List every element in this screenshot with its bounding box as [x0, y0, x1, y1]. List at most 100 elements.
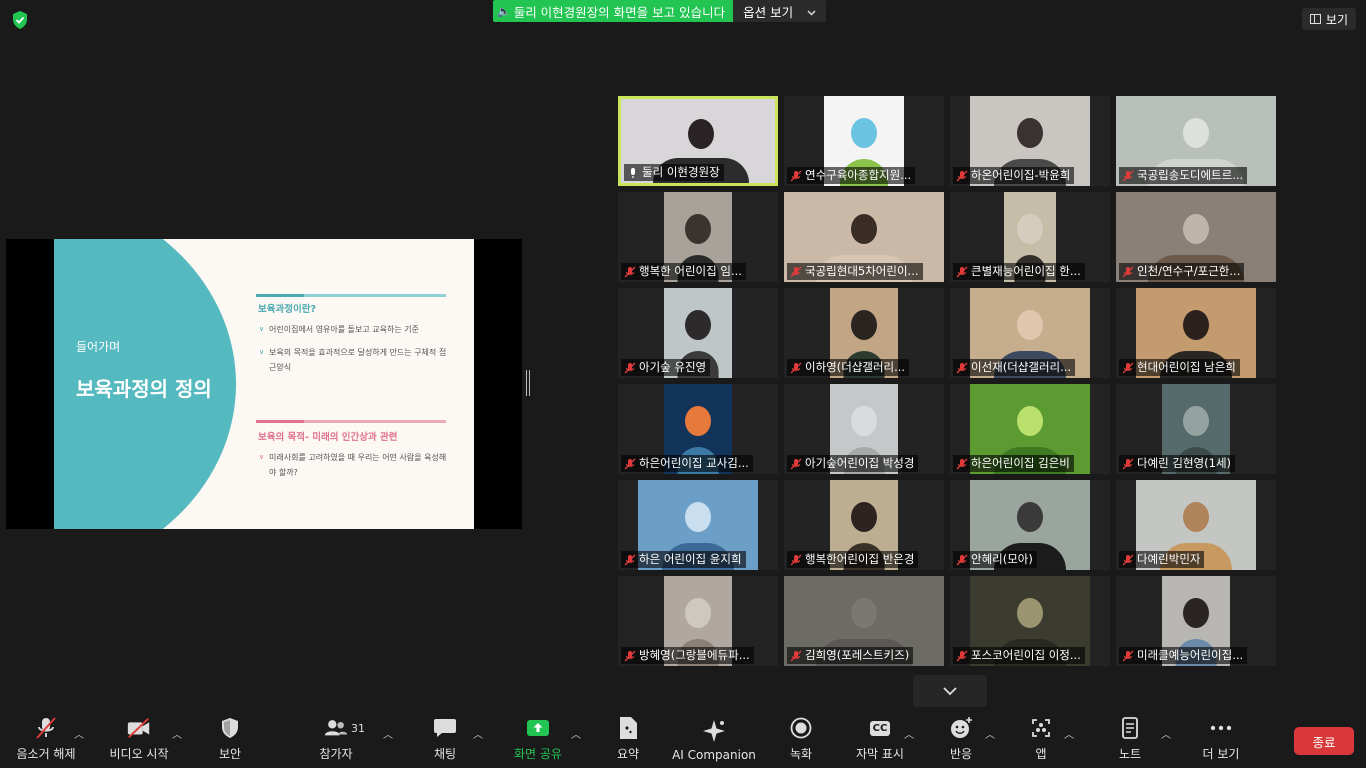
presentation-slide: 들어가며 보육과정의 정의 보육과정이란? ∨ 어린이집에서 영유아를 돌보고 … [54, 239, 474, 529]
chat-options-caret[interactable]: ︿ [473, 726, 483, 741]
view-options-button[interactable]: 옵션 보기 [733, 0, 827, 22]
section2-bar [256, 420, 446, 423]
participant-tile[interactable]: 하은어린이집 김은비 [950, 384, 1110, 474]
unmute-button[interactable]: 음소거 해제 [8, 712, 84, 768]
participant-tile[interactable]: 아기숲어린이집 박성경 [784, 384, 944, 474]
participants-count: 31 [351, 722, 365, 735]
mic-muted-icon [624, 650, 636, 662]
reactions-button[interactable]: 반응 [938, 712, 984, 768]
participant-name-tag: 행복한어린이집 반은경 [787, 551, 919, 568]
participant-name-tag: 현대어린이집 남은희 [1119, 359, 1240, 376]
share-options-caret[interactable]: ︿ [571, 726, 581, 741]
audio-options-caret[interactable]: ︿ [74, 726, 84, 741]
mic-muted-icon [790, 458, 802, 470]
participant-name-tag: 다예린박민자 [1119, 551, 1205, 568]
participants-options-caret[interactable]: ︿ [383, 726, 393, 741]
notes-button[interactable]: 노트 [1108, 712, 1152, 768]
participant-tile[interactable]: 방혜영(그랑블에듀파... [618, 576, 778, 666]
mic-muted-icon [956, 554, 968, 566]
participant-tile[interactable]: 다예린박민자 [1116, 480, 1276, 570]
participant-tile[interactable]: 하은어린이집 교사김... [618, 384, 778, 474]
apps-button[interactable]: 앱 [1020, 712, 1062, 768]
security-label: 보안 [218, 747, 242, 761]
participant-tile[interactable]: 안혜리(모아) [950, 480, 1110, 570]
participant-tile[interactable]: 현대어린이집 남은희 [1116, 288, 1276, 378]
participant-name-tag: 행복한 어린이집 임... [621, 263, 746, 280]
sharing-status: 🔈 둘리 이현경원장의 화면을 보고 있습니다 [493, 0, 734, 22]
view-layout-button[interactable]: 보기 [1301, 8, 1356, 30]
participant-tile[interactable]: 행복한어린이집 반은경 [784, 480, 944, 570]
reactions-label: 반응 [949, 747, 973, 761]
participant-name-tag: 큰별재능어린이집 한... [953, 263, 1085, 280]
participant-name-tag: 인천/연수구/포근한... [1119, 263, 1245, 280]
captions-options-caret[interactable]: ︿ [904, 726, 914, 741]
gallery-next-page-button[interactable] [913, 675, 987, 707]
mic-muted-icon [1122, 458, 1134, 470]
mic-muted-icon [956, 170, 968, 182]
meeting-toolbar: 음소거 해제 ︿ 비디오 시작 ︿ 보안 참가자 31 ︿ 채팅 ︿ 화면 공유… [0, 712, 1366, 768]
captions-button[interactable]: CC 자막 표시 [848, 712, 912, 768]
layout-grid-icon [1309, 14, 1321, 24]
participant-tile[interactable]: 하은 어린이집 윤지희 [618, 480, 778, 570]
participant-tile[interactable]: 이선재(더샵갤러리... [950, 288, 1110, 378]
participant-tile[interactable]: 미래클예능어린이집... [1116, 576, 1276, 666]
section2-bullet-1: ∨ 미래사회를 고려하였을 때 우리는 어떤 사람을 육성해야 할까? [259, 453, 447, 477]
reactions-options-caret[interactable]: ︿ [985, 726, 995, 741]
video-off-icon [126, 716, 152, 740]
participants-button[interactable]: 참가자 [306, 712, 366, 768]
participant-name-tag: 아기숲 유진영 [621, 359, 711, 376]
video-options-caret[interactable]: ︿ [172, 726, 182, 741]
record-button[interactable]: 녹화 [776, 712, 826, 768]
apps-options-caret[interactable]: ︿ [1064, 726, 1074, 741]
participant-name: 국공립송도디에트르... [1137, 168, 1244, 182]
mic-muted-icon [956, 650, 968, 662]
participant-name-tag: 하은어린이집 김은비 [953, 455, 1074, 472]
participant-tile[interactable]: 국공립현대5차어린이... [784, 192, 944, 282]
share-screen-button[interactable]: 화면 공유 [505, 712, 571, 768]
participant-name-tag: 다예린 김현영(1세) [1119, 455, 1236, 472]
unmute-label: 음소거 해제 [16, 747, 76, 761]
participant-tile[interactable]: 포스코어린이집 이정... [950, 576, 1110, 666]
participant-tile[interactable]: 행복한 어린이집 임... [618, 192, 778, 282]
participant-tile[interactable]: 김희영(포레스트키즈) [784, 576, 944, 666]
apps-icon [1028, 716, 1054, 740]
participant-tile[interactable]: 국공립송도디에트르... [1116, 96, 1276, 186]
participant-name-tag: 하은 어린이집 윤지희 [621, 551, 746, 568]
participant-tile[interactable]: 큰별재능어린이집 한... [950, 192, 1110, 282]
shared-screen[interactable]: 들어가며 보육과정의 정의 보육과정이란? ∨ 어린이집에서 영유아를 돌보고 … [6, 239, 522, 529]
section2-title: 보육의 목적- 미래의 인간상과 관련 [258, 432, 398, 443]
end-meeting-button[interactable]: 종료 [1294, 727, 1354, 755]
more-button[interactable]: 더 보기 [1194, 712, 1248, 768]
participant-tile[interactable]: 둘리 이현경원장 [618, 96, 778, 186]
speaker-icon: 🔈 [497, 4, 511, 18]
participant-tile[interactable]: 아기숲 유진영 [618, 288, 778, 378]
security-shield-icon[interactable] [10, 10, 30, 30]
sparkle-icon [701, 719, 727, 743]
participant-name-tag: 방혜영(그랑블에듀파... [621, 647, 754, 664]
security-button[interactable]: 보안 [206, 712, 254, 768]
participant-name: 안혜리(모아) [971, 552, 1033, 566]
mic-muted-icon [790, 554, 802, 566]
participant-tile[interactable]: 연수구육아종합지원... [784, 96, 944, 186]
participant-name: 다예린 김현영(1세) [1137, 456, 1232, 470]
chat-button[interactable]: 채팅 [420, 712, 470, 768]
start-video-button[interactable]: 비디오 시작 [102, 712, 176, 768]
mic-muted-icon [624, 362, 636, 374]
participant-name: 하은어린이집 교사김... [639, 456, 749, 470]
notes-options-caret[interactable]: ︿ [1161, 726, 1171, 741]
participant-tile[interactable]: 인천/연수구/포근한... [1116, 192, 1276, 282]
summary-button[interactable]: 요약 [604, 712, 652, 768]
summary-label: 요약 [616, 747, 640, 761]
participant-tile[interactable]: 다예린 김현영(1세) [1116, 384, 1276, 474]
participant-name: 하은어린이집 김은비 [971, 456, 1070, 470]
slide-title: 보육과정의 정의 [76, 377, 212, 401]
mic-muted-icon [1122, 554, 1134, 566]
participants-icon [323, 716, 349, 740]
ai-companion-button[interactable]: AI Companion [668, 712, 760, 768]
participant-name-tag: 아기숲어린이집 박성경 [787, 455, 919, 472]
participant-tile[interactable]: 하온어린이집-박윤희 [950, 96, 1110, 186]
panel-resize-handle[interactable] [526, 370, 530, 396]
participant-tile[interactable]: 이하영(더샵갤러리... [784, 288, 944, 378]
participant-name: 하은 어린이집 윤지희 [639, 552, 742, 566]
participant-name: 둘리 이현경원장 [642, 165, 720, 179]
